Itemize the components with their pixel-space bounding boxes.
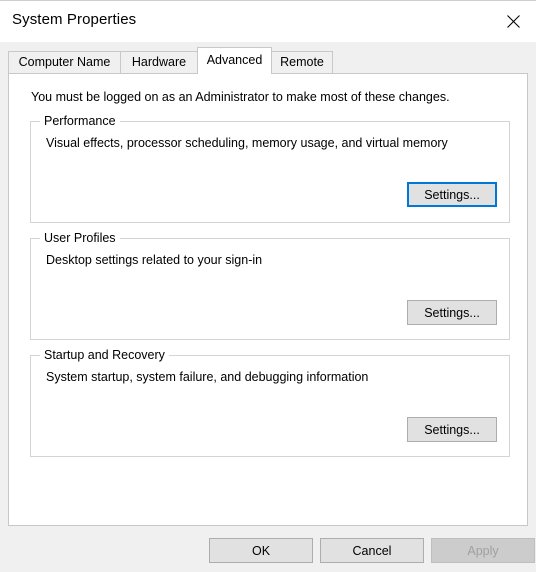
performance-group-label: Performance — [40, 114, 120, 128]
performance-group: Performance Visual effects, processor sc… — [30, 114, 510, 223]
dialog-footer: OK Cancel Apply — [0, 526, 536, 572]
title-bar: System Properties — [0, 0, 536, 42]
tab-hardware[interactable]: Hardware — [120, 51, 198, 74]
advanced-tab-panel: You must be logged on as an Administrato… — [8, 73, 528, 572]
tab-advanced[interactable]: Advanced — [197, 47, 272, 74]
admin-notice-text: You must be logged on as an Administrato… — [31, 90, 450, 104]
user-profiles-settings-button[interactable]: Settings... — [407, 300, 497, 325]
window-title: System Properties — [12, 11, 137, 28]
close-icon[interactable] — [490, 1, 536, 42]
tab-remote[interactable]: Remote — [271, 51, 333, 74]
startup-recovery-description: System startup, system failure, and debu… — [46, 370, 369, 384]
apply-button: Apply — [431, 538, 535, 563]
ok-button[interactable]: OK — [209, 538, 313, 563]
tab-strip: Computer Name Hardware Advanced Remote — [0, 42, 536, 74]
startup-recovery-group: Startup and Recovery System startup, sys… — [30, 348, 510, 457]
user-profiles-group-label: User Profiles — [40, 231, 120, 245]
system-properties-dialog: System Properties Computer Name Hardware… — [0, 0, 536, 572]
performance-description: Visual effects, processor scheduling, me… — [46, 136, 448, 150]
cancel-button[interactable]: Cancel — [320, 538, 424, 563]
user-profiles-description: Desktop settings related to your sign-in — [46, 253, 263, 267]
tab-computer-name[interactable]: Computer Name — [8, 51, 121, 74]
user-profiles-group: User Profiles Desktop settings related t… — [30, 231, 510, 340]
performance-settings-button[interactable]: Settings... — [407, 182, 497, 207]
startup-recovery-group-label: Startup and Recovery — [40, 348, 169, 362]
startup-recovery-settings-button[interactable]: Settings... — [407, 417, 497, 442]
